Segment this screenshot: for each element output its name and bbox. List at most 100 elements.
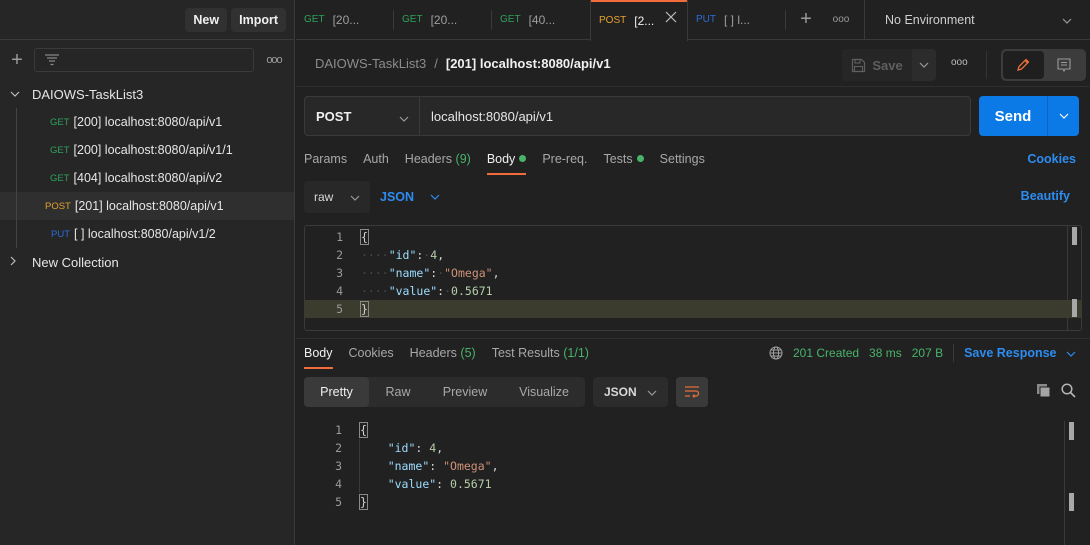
code-line: 4 "value": 0.5671 <box>304 475 1082 493</box>
chevron-down-icon <box>399 110 409 125</box>
request-item[interactable]: GET [404] localhost:8080/api/v2 <box>0 164 294 192</box>
tab-response-headers[interactable]: Headers (5) <box>410 341 476 371</box>
beautify-link[interactable]: Beautify <box>1021 189 1070 203</box>
send-button[interactable]: Send <box>979 96 1047 136</box>
pane-divider[interactable] <box>296 338 1090 339</box>
cookies-link[interactable]: Cookies <box>1027 147 1076 171</box>
response-format-select[interactable]: JSON <box>593 377 668 407</box>
divider <box>986 51 987 79</box>
collection-name: New Collection <box>32 254 119 270</box>
breadcrumb-collection[interactable]: DAIOWS-TaskList3 <box>315 56 426 71</box>
body-mode-select[interactable]: raw <box>304 181 370 213</box>
breadcrumb-request-name[interactable]: [201] localhost:8080/api/v1 <box>446 56 611 71</box>
tab-test-results[interactable]: Test Results (1/1) <box>492 341 589 371</box>
tab-auth[interactable]: Auth <box>363 147 389 177</box>
tab-body[interactable]: Body <box>486 147 527 177</box>
request-item[interactable]: PUT [ ] localhost:8080/api/v1/2 <box>0 220 294 248</box>
request-item[interactable]: GET [200] localhost:8080/api/v1/1 <box>0 136 294 164</box>
tab-more-icon[interactable]: ooo <box>826 0 856 39</box>
line-number: 5 <box>336 302 343 316</box>
body-language-select[interactable]: JSON <box>380 190 440 204</box>
import-button[interactable]: Import <box>231 7 286 32</box>
view-visualize[interactable]: Visualize <box>503 377 585 407</box>
chevron-right-icon <box>10 256 32 269</box>
method-badge: POST <box>599 15 627 26</box>
request-body-editor[interactable]: 1{ 2 ····"id":·4, 3 ····"name":·"Omega", 4… <box>304 225 1082 331</box>
line-number: 4 <box>335 477 342 491</box>
tab-request[interactable]: GET [40... <box>492 0 590 39</box>
tab-request[interactable]: GET [20... <box>394 0 492 39</box>
new-button[interactable]: New <box>185 7 228 32</box>
json-key: "id" <box>388 248 417 262</box>
request-item[interactable]: GET [200] localhost:8080/api/v1 <box>0 108 294 136</box>
add-collection-icon[interactable]: + <box>10 50 24 70</box>
save-button-group: Save <box>842 49 936 81</box>
more-options-icon[interactable]: ooo <box>951 57 968 68</box>
globe-icon[interactable] <box>769 346 783 360</box>
view-preview[interactable]: Preview <box>427 377 503 407</box>
filter-input[interactable] <box>34 48 254 72</box>
view-mode-toggle <box>1001 49 1086 81</box>
method-select[interactable]: POST <box>304 96 419 136</box>
edit-mode-button[interactable] <box>1003 51 1044 79</box>
tab-settings[interactable]: Settings <box>660 147 705 177</box>
new-tab-plus-icon[interactable]: + <box>786 0 826 39</box>
search-icon[interactable] <box>1061 383 1076 398</box>
tab-response-cookies[interactable]: Cookies <box>349 341 394 371</box>
collection-name: DAIOWS-TaskList3 <box>32 86 144 102</box>
tab-pre-request[interactable]: Pre-req. <box>542 147 587 177</box>
view-raw[interactable]: Raw <box>369 377 427 407</box>
status-code[interactable]: 201 Created <box>793 346 859 360</box>
response-size[interactable]: 207 B <box>912 346 943 360</box>
collection-new-collection[interactable]: New Collection <box>0 248 294 276</box>
save-dropdown-button[interactable] <box>912 49 936 81</box>
tab-request[interactable]: PUT [ ] l... <box>688 0 786 39</box>
environment-select[interactable]: No Environment <box>864 0 1090 40</box>
collection-daiows-tasklist3[interactable]: DAIOWS-TaskList3 <box>0 80 294 108</box>
scrollbar-marker <box>1069 493 1074 511</box>
tab-label: Tests <box>603 152 633 166</box>
send-dropdown-button[interactable] <box>1047 96 1079 136</box>
tab-headers[interactable]: Headers (9) <box>405 147 471 177</box>
tab-params[interactable]: Params <box>304 147 347 177</box>
save-button[interactable]: Save <box>842 49 912 81</box>
brace: { <box>360 229 369 245</box>
method-badge: GET <box>402 14 423 25</box>
url-input[interactable] <box>419 96 971 136</box>
scrollbar-thumb[interactable] <box>1069 422 1074 440</box>
method-value: POST <box>316 108 352 124</box>
sidebar-header: New Import <box>0 0 294 40</box>
line-number: 1 <box>335 423 342 437</box>
filter-icon <box>45 54 59 66</box>
tab-request[interactable]: GET [20... <box>296 0 394 39</box>
copy-icon[interactable] <box>1036 383 1051 398</box>
tab-label: [ ] l... <box>724 12 751 27</box>
tab-response-body[interactable]: Body <box>304 341 333 371</box>
save-disk-icon <box>852 58 866 72</box>
url-bar: POST Send <box>304 96 1080 136</box>
view-segmented-control: Pretty Raw Preview Visualize <box>304 377 585 407</box>
method-badge: GET <box>304 14 325 25</box>
response-time[interactable]: 38 ms <box>869 346 902 360</box>
json-key: "id" <box>387 441 416 455</box>
tab-label: Headers <box>404 152 453 166</box>
tab-request-active[interactable]: POST [2... <box>590 0 688 41</box>
close-icon[interactable] <box>665 11 677 26</box>
response-scrollbar[interactable] <box>1064 421 1078 545</box>
wrap-lines-button[interactable] <box>676 377 708 407</box>
scrollbar-thumb[interactable] <box>1072 227 1077 245</box>
save-response-button[interactable]: Save Response <box>964 346 1076 360</box>
body-options: raw JSON Beautify <box>304 181 1076 213</box>
more-options-icon[interactable]: ooo <box>264 54 284 66</box>
view-pretty[interactable]: Pretty <box>304 377 369 407</box>
response-body-viewer[interactable]: 1{ 2 "id": 4, 3 "name": "Omega", 4 "valu… <box>304 421 1082 527</box>
request-editor: DAIOWS-TaskList3 / [201] localhost:8080/… <box>296 41 1090 545</box>
tab-label: Body <box>486 152 516 166</box>
tab-tests[interactable]: Tests <box>603 147 644 177</box>
request-item-selected[interactable]: POST [201] localhost:8080/api/v1 <box>0 192 294 220</box>
sidebar: New Import + ooo DAIOWS-TaskList3 GET [2… <box>0 0 295 545</box>
editor-scrollbar[interactable] <box>1067 226 1081 330</box>
body-mode-value: raw <box>314 190 334 204</box>
environment-label: No Environment <box>885 13 975 27</box>
documentation-mode-button[interactable] <box>1044 51 1085 79</box>
